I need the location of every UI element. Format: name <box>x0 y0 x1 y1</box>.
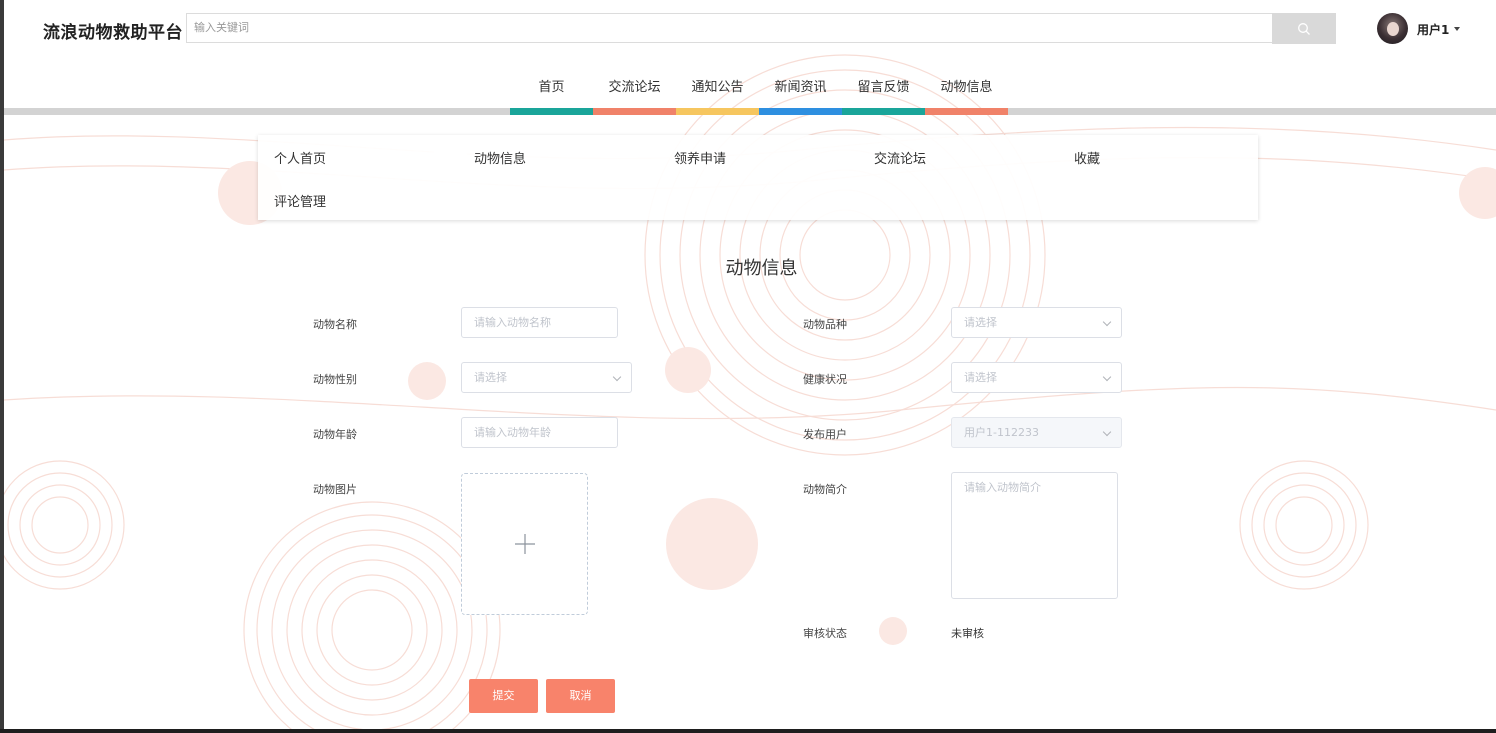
animal-breed-value: 请选择 <box>964 316 997 329</box>
user-name[interactable]: 用户1 <box>1417 21 1449 38</box>
search-input[interactable]: 输入关键词 <box>186 13 1272 43</box>
animal-name-input[interactable]: 请输入动物名称 <box>461 307 618 338</box>
label-publisher: 发布用户 <box>803 428 847 441</box>
label-animal-intro: 动物简介 <box>803 483 847 496</box>
menu-item-profile[interactable]: 个人首页 <box>274 148 326 167</box>
menu-item-adoption[interactable]: 领养申请 <box>674 148 726 167</box>
chevron-down-icon <box>1102 427 1112 437</box>
nav-underline <box>759 108 842 115</box>
label-animal-breed: 动物品种 <box>803 318 847 331</box>
nav-underline <box>510 108 593 115</box>
menu-item-animal-info[interactable]: 动物信息 <box>474 148 526 167</box>
health-status-select[interactable]: 请选择 <box>951 362 1122 393</box>
nav-underline <box>842 108 925 115</box>
nav-home[interactable]: 首页 <box>510 76 593 95</box>
menu-item-comments[interactable]: 评论管理 <box>274 191 326 210</box>
search-icon <box>1298 22 1310 35</box>
search-button[interactable] <box>1272 13 1336 44</box>
publisher-value: 用户1-112233 <box>964 426 1039 439</box>
avatar[interactable] <box>1377 13 1408 44</box>
review-status-value: 未审核 <box>951 627 984 640</box>
menu-item-favorites[interactable]: 收藏 <box>1074 148 1100 167</box>
chevron-down-icon <box>612 372 622 382</box>
label-animal-age: 动物年龄 <box>313 428 357 441</box>
window-edge-bottom <box>0 729 1496 733</box>
label-review-status: 审核状态 <box>803 627 847 640</box>
plus-icon <box>514 534 535 554</box>
nav-notices[interactable]: 通知公告 <box>676 76 759 95</box>
health-status-value: 请选择 <box>964 371 997 384</box>
nav-feedback[interactable]: 留言反馈 <box>842 76 925 95</box>
publisher-select: 用户1-112233 <box>951 417 1122 448</box>
nav-underline <box>593 108 676 115</box>
nav-underline <box>925 108 1008 115</box>
chevron-down-icon <box>1102 317 1112 327</box>
center-menu: 个人首页 动物信息 领养申请 交流论坛 收藏 评论管理 <box>258 135 1258 220</box>
nav-animal-info[interactable]: 动物信息 <box>925 76 1008 95</box>
nav-forum[interactable]: 交流论坛 <box>593 76 676 95</box>
page-title-text: 动物信息 <box>725 258 798 279</box>
label-animal-image: 动物图片 <box>313 483 357 496</box>
animal-age-input[interactable]: 请输入动物年龄 <box>461 417 618 448</box>
nav-news[interactable]: 新闻资讯 <box>759 76 842 95</box>
animal-gender-select[interactable]: 请选择 <box>461 362 632 393</box>
nav-underline <box>676 108 759 115</box>
label-health-status: 健康状况 <box>803 373 847 386</box>
menu-item-forum[interactable]: 交流论坛 <box>874 148 926 167</box>
site-brand[interactable]: 流浪动物救助平台 <box>43 18 183 43</box>
page-title: 动物信息 <box>0 254 1496 280</box>
label-animal-gender: 动物性别 <box>313 373 357 386</box>
animal-intro-textarea[interactable]: 请输入动物简介 <box>951 472 1118 599</box>
cancel-button[interactable]: 取消 <box>546 679 615 713</box>
chevron-down-icon <box>1102 372 1112 382</box>
submit-button[interactable]: 提交 <box>469 679 538 713</box>
animal-gender-value: 请选择 <box>474 371 507 384</box>
label-animal-name: 动物名称 <box>313 318 357 331</box>
chevron-down-icon[interactable] <box>1454 27 1460 31</box>
image-upload[interactable] <box>461 473 588 615</box>
animal-breed-select[interactable]: 请选择 <box>951 307 1122 338</box>
